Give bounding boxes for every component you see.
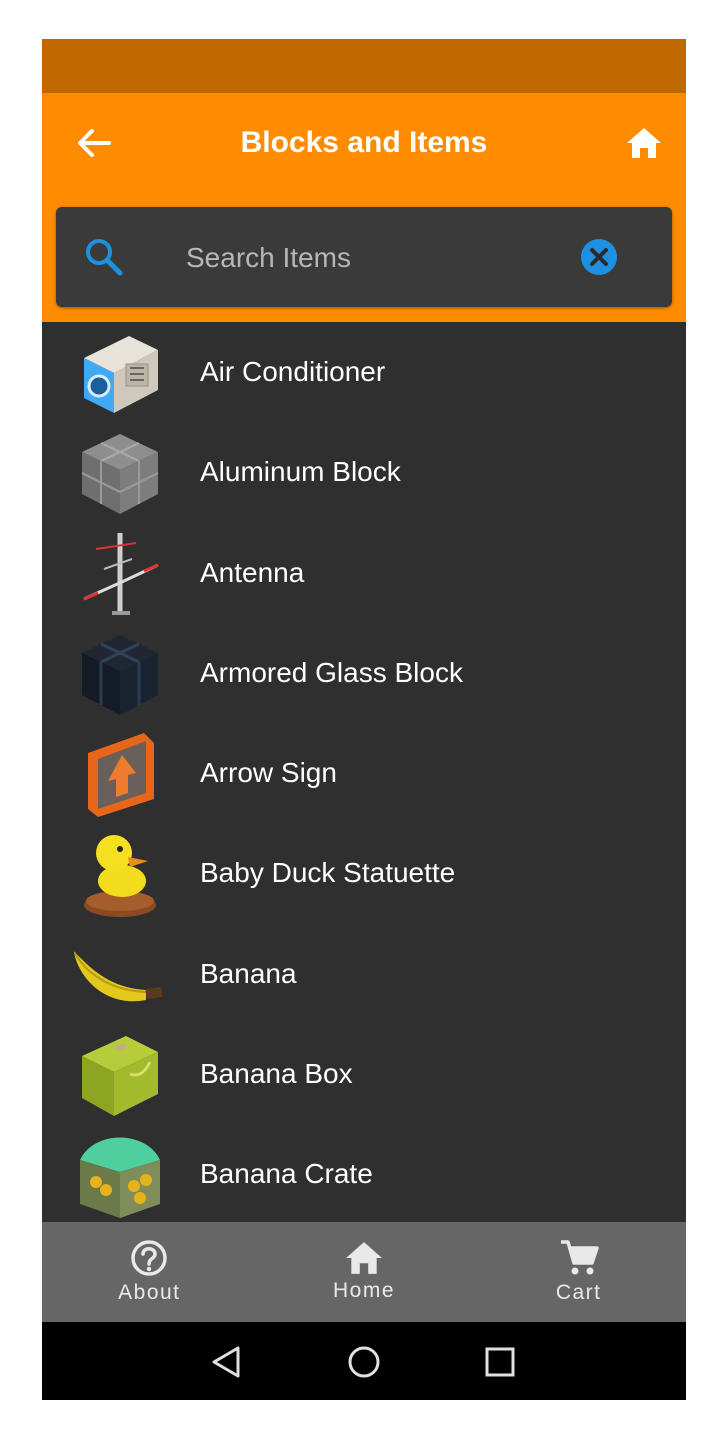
home-icon [627,128,661,158]
air-conditioner-icon [84,336,158,413]
baby-duck-statuette-icon [84,835,156,918]
list-item[interactable]: Aluminum Block [42,422,686,522]
nav-about[interactable]: About [42,1222,257,1322]
item-label: Banana Crate [200,1158,373,1190]
system-recents-icon[interactable] [480,1342,520,1382]
system-home-icon[interactable] [344,1342,384,1382]
banana-crate-icon [80,1137,160,1219]
item-label: Air Conditioner [200,356,386,387]
item-label: Antenna [200,556,305,588]
armored-glass-block-icon [82,634,158,715]
arrow-sign-icon [88,733,154,818]
search-bar-container [42,193,686,322]
list-item[interactable]: Armored Glass Block [42,623,686,723]
home-icon [346,1242,382,1274]
nav-home-label: Home [332,1279,396,1302]
item-label: Banana Box [200,1058,353,1090]
system-navigation-bar [42,1322,686,1400]
items-list: Air Conditioner Aluminum Block Antenna A… [42,322,686,1222]
help-circle-icon [131,1240,168,1276]
list-item[interactable]: Arrow Sign [42,723,686,823]
item-label: Armored Glass Block [200,656,463,688]
item-label: Arrow Sign [200,757,337,789]
list-item[interactable]: Banana [42,924,686,1024]
nav-home[interactable]: Home [257,1222,472,1322]
arrow-left-icon [78,129,111,157]
item-label: Baby Duck Statuette [200,857,456,889]
clear-search-icon[interactable] [580,238,618,276]
search-box [56,207,672,307]
list-item[interactable]: Banana Crate [42,1124,686,1222]
banana-box-icon [82,1036,158,1117]
search-input[interactable] [184,232,568,284]
search-icon [86,239,123,276]
banana-icon [74,951,163,1002]
bottom-navigation: About Home Cart [42,1222,686,1322]
nav-about-label: About [118,1281,181,1304]
list-item[interactable]: Air Conditioner [42,322,686,422]
item-label: Aluminum Block [200,456,401,488]
system-back-icon[interactable] [206,1342,246,1382]
list-item[interactable]: Banana Box [42,1024,686,1124]
list-item[interactable]: Antenna [42,523,686,623]
home-button[interactable] [620,119,668,167]
item-label: Banana [200,957,297,989]
back-button[interactable] [70,119,118,167]
cart-icon [560,1240,599,1275]
app-bar: Blocks and Items [42,93,686,193]
nav-cart[interactable]: Cart [471,1222,686,1322]
list-item[interactable]: Baby Duck Statuette [42,823,686,923]
status-bar [42,39,686,93]
antenna-icon [83,532,159,615]
aluminum-block-icon [81,434,159,515]
app-screen: Blocks and Items Search Items Air Condit… [42,39,686,1400]
page-title: Blocks and Items [240,126,488,159]
nav-cart-label: Cart [555,1281,602,1304]
